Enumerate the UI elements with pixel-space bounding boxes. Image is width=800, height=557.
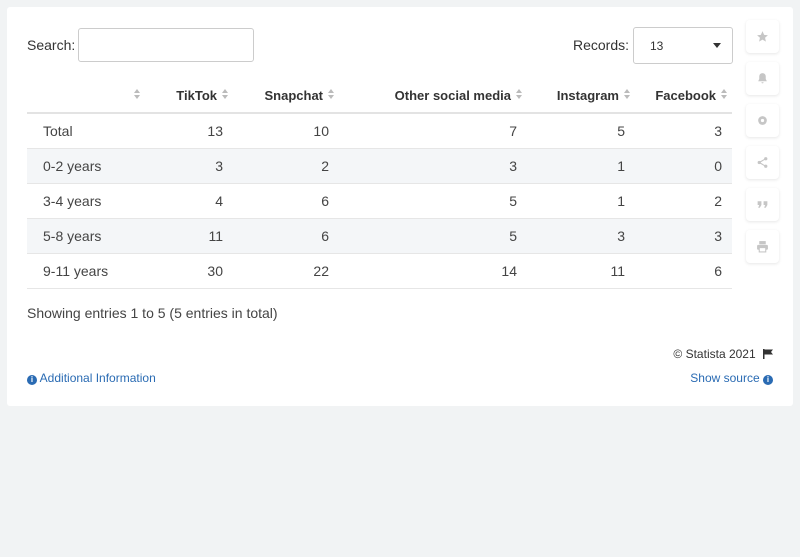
column-header-snapchat[interactable]: Snapchat [233,78,339,114]
table-cell: 3 [145,148,233,184]
star-icon [757,31,768,42]
additional-information-link[interactable]: i Additional Information [27,371,156,385]
chevron-down-icon [713,43,721,48]
table-cell: 6 [233,218,339,254]
bell-icon [758,73,767,84]
table-cell: 30 [145,253,233,289]
table-cell: 3 [635,218,732,254]
sort-icon [222,89,228,99]
sort-icon [328,89,334,99]
table-cell: 5 [527,113,635,149]
sort-icon [516,89,522,99]
table-cell: 22 [233,253,339,289]
print-icon [757,241,768,253]
favorite-button[interactable] [746,20,779,53]
row-label: 3-4 years [27,183,145,219]
table-cell: 6 [233,183,339,219]
table-cell: 0 [635,148,732,184]
data-table: TikTok Snapchat Other social media Insta… [27,78,732,289]
table-cell: 3 [635,113,732,149]
records-select[interactable]: 13 [633,27,733,64]
share-icon [757,157,768,168]
table-cell: 6 [635,253,732,289]
info-icon: i [763,375,773,385]
sort-icon [134,89,140,99]
table-cell: 1 [527,183,635,219]
table-header-row: TikTok Snapchat Other social media Insta… [27,78,732,114]
additional-information-label: Additional Information [39,371,156,385]
table-cell: 11 [527,253,635,289]
print-button[interactable] [746,230,779,263]
cite-button[interactable] [746,188,779,221]
table-cell: 14 [339,253,527,289]
flag-icon [763,349,773,359]
column-header-tiktok[interactable]: TikTok [145,78,233,114]
table-cell: 7 [339,113,527,149]
search-label: Search: [27,37,76,53]
search-input[interactable] [78,28,254,62]
row-label: Total [27,113,145,149]
table-row: 5-8 years 11 6 5 3 3 [27,218,732,254]
table-cell: 2 [233,148,339,184]
table-cell: 10 [233,113,339,149]
table-cell: 4 [145,183,233,219]
row-label: 0-2 years [27,148,145,184]
records-label: Records: [573,37,630,53]
table-row: Total 13 10 7 5 3 [27,113,732,149]
table-cell: 13 [145,113,233,149]
show-source-label: Show source [690,371,760,385]
table-cell: 5 [339,218,527,254]
settings-button[interactable] [746,104,779,137]
share-button[interactable] [746,146,779,179]
entries-summary: Showing entries 1 to 5 (5 entries in tot… [27,305,278,321]
table-cell: 3 [527,218,635,254]
table-row: 3-4 years 4 6 5 1 2 [27,183,732,219]
copyright[interactable]: © Statista 2021 [673,347,773,361]
column-header-label[interactable] [27,78,145,114]
column-header-facebook[interactable]: Facebook [635,78,732,114]
table-cell: 5 [339,183,527,219]
table-cell: 2 [635,183,732,219]
quote-icon [757,201,768,208]
gear-icon [758,116,767,125]
info-icon: i [27,375,37,385]
table-cell: 1 [527,148,635,184]
table-row: 0-2 years 3 2 3 1 0 [27,148,732,184]
table-cell: 3 [339,148,527,184]
column-header-other-social-media[interactable]: Other social media [339,78,527,114]
show-source-link[interactable]: Show source i [690,371,773,385]
sort-icon [624,89,630,99]
side-toolbar [746,20,780,272]
sort-icon [721,89,727,99]
copyright-text: © Statista 2021 [673,347,756,361]
table-row: 9-11 years 30 22 14 11 6 [27,253,732,289]
notification-button[interactable] [746,62,779,95]
table-cell: 11 [145,218,233,254]
column-header-instagram[interactable]: Instagram [527,78,635,114]
row-label: 9-11 years [27,253,145,289]
records-select-value: 13 [650,39,664,53]
row-label: 5-8 years [27,218,145,254]
statistic-card: Search: Records: 13 TikTok Snapchat Othe… [7,7,793,406]
